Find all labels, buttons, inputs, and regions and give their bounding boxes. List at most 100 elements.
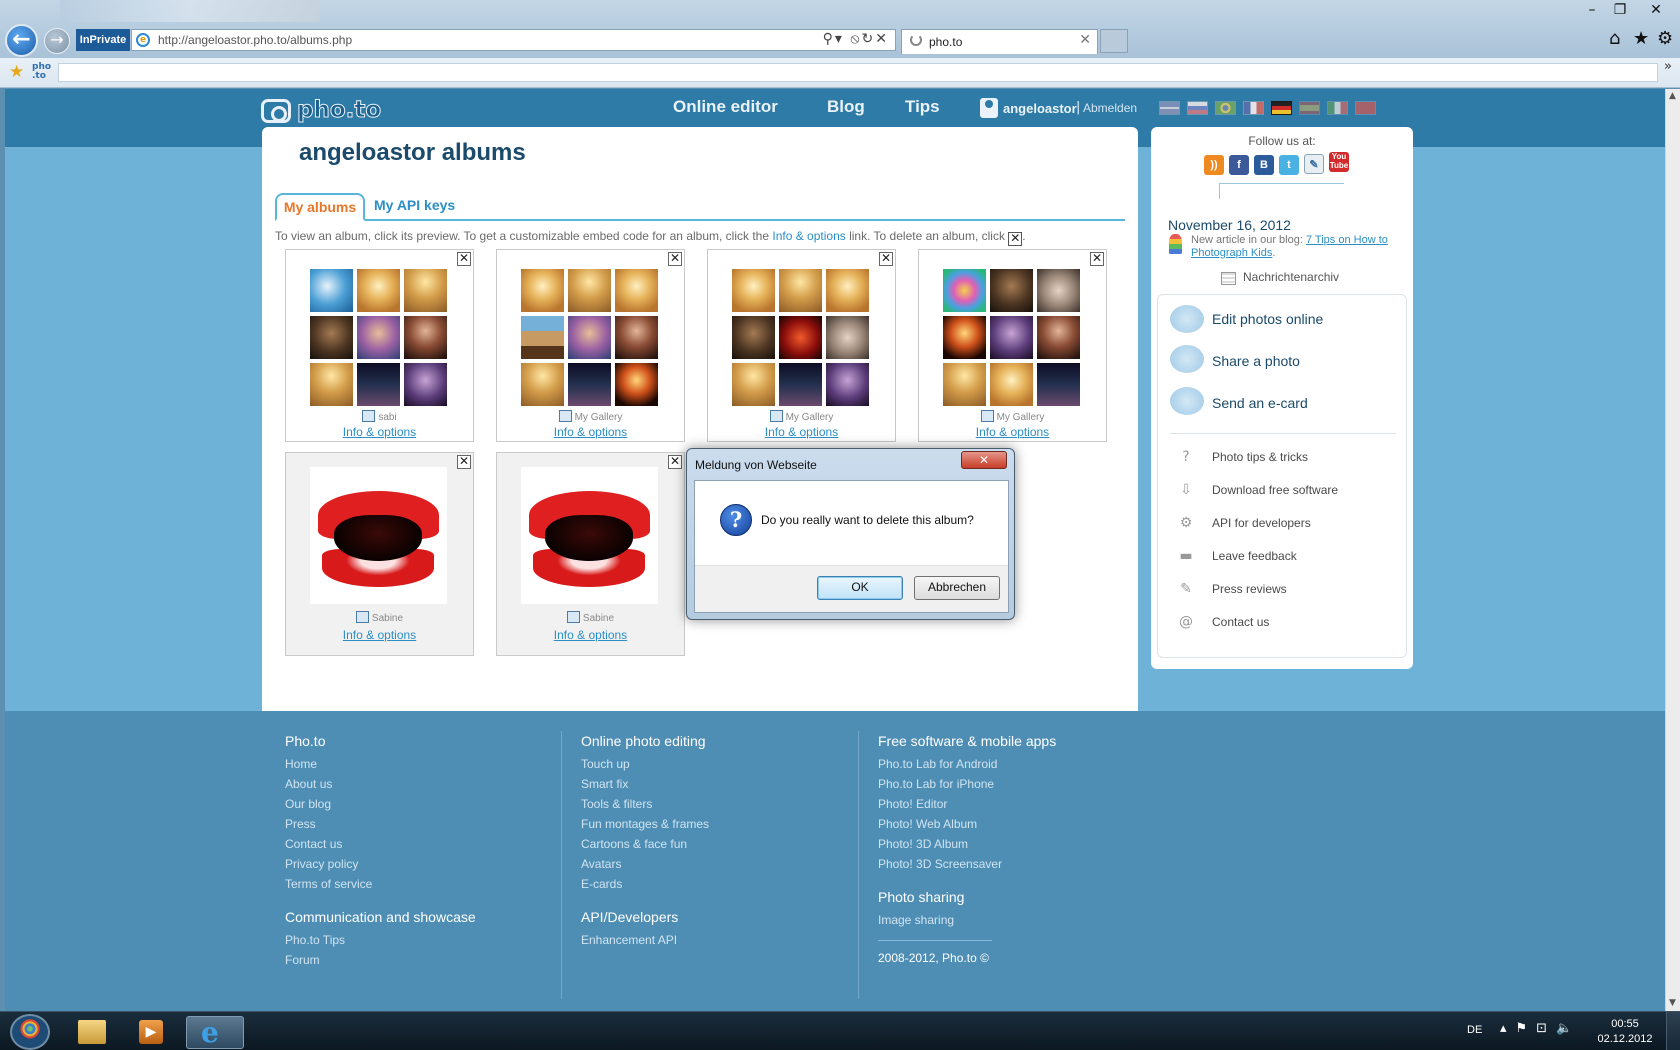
address-url[interactable]: http://angeloastor.pho.to/albums.php <box>158 33 352 47</box>
scroll-up-icon[interactable]: ▲ <box>1669 91 1676 101</box>
twitter-icon[interactable]: t <box>1279 155 1299 175</box>
send-ecard-link[interactable]: Send an e-card <box>1212 395 1308 411</box>
footer-link-tips[interactable]: Pho.to Tips <box>285 930 476 950</box>
language-indicator[interactable]: DE <box>1467 1024 1482 1036</box>
info-options-link[interactable]: Info & options <box>286 628 473 642</box>
info-options-link[interactable]: Info & options <box>286 425 473 439</box>
footer-link-touch-up[interactable]: Touch up <box>581 754 709 774</box>
show-desktop-button[interactable] <box>1666 1012 1680 1050</box>
scroll-down-icon[interactable]: ▼ <box>1669 998 1676 1008</box>
footer-link-home[interactable]: Home <box>285 754 476 774</box>
delete-album-icon[interactable]: ✕ <box>1090 252 1104 266</box>
delete-album-icon[interactable]: ✕ <box>668 252 682 266</box>
flag-pt-br-icon[interactable] <box>1215 101 1236 115</box>
logout-link[interactable]: Abmelden <box>1083 101 1137 115</box>
tab-my-albums[interactable]: My albums <box>275 193 365 221</box>
footer-link-cartoons[interactable]: Cartoons & face fun <box>581 834 709 854</box>
delete-album-icon[interactable]: ✕ <box>668 455 682 469</box>
address-bar[interactable]: e http://angeloastor.pho.to/albums.php ⚲… <box>131 29 896 51</box>
info-options-link[interactable]: Info & options <box>497 425 684 439</box>
download-software-link[interactable]: Download free software <box>1212 483 1338 497</box>
album-card[interactable]: ✕ sabi Info & options <box>285 249 474 442</box>
favorite-pho-to[interactable]: pho .to <box>32 63 51 81</box>
share-photo-link[interactable]: Share a photo <box>1212 353 1300 369</box>
favorites-more-icon[interactable]: » <box>1664 59 1672 74</box>
close-window-button[interactable]: ✕ <box>1634 1 1678 21</box>
page-scrollbar[interactable]: ▲ ▼ <box>1665 89 1680 1011</box>
flag-tr-icon[interactable] <box>1355 101 1376 115</box>
address-bar-icons[interactable]: ⚲▾ ⦸↻✕ <box>823 31 889 47</box>
album-card[interactable]: ✕ My Gallery Info & options <box>707 249 896 442</box>
tools-gear-icon[interactable]: ⚙ <box>1657 28 1673 49</box>
flag-fr-icon[interactable] <box>1243 101 1264 115</box>
add-favorite-icon[interactable]: ★ <box>9 62 24 82</box>
footer-link-photo-editor[interactable]: Photo! Editor <box>878 794 1056 814</box>
start-button[interactable] <box>10 1014 50 1050</box>
delete-album-icon[interactable]: ✕ <box>457 252 471 266</box>
site-logo[interactable]: pho.to <box>261 97 382 125</box>
forward-button[interactable]: → <box>44 28 70 54</box>
footer-link-montages[interactable]: Fun montages & frames <box>581 814 709 834</box>
blogger-icon[interactable]: B <box>1254 155 1274 175</box>
photo-tips-link[interactable]: Photo tips & tricks <box>1212 450 1308 464</box>
footer-link-lab-iphone[interactable]: Pho.to Lab for iPhone <box>878 774 1056 794</box>
delete-album-icon[interactable]: ✕ <box>457 455 471 469</box>
footer-link-3d-screensaver[interactable]: Photo! 3D Screensaver <box>878 854 1056 874</box>
nav-tips[interactable]: Tips <box>905 97 940 117</box>
edit-photos-link[interactable]: Edit photos online <box>1212 311 1323 327</box>
album-card[interactable]: ✕ My Gallery Info & options <box>918 249 1107 442</box>
nav-online-editor[interactable]: Online editor <box>673 97 778 117</box>
info-options-link[interactable]: Info & options <box>708 425 895 439</box>
delete-album-icon[interactable]: ✕ <box>879 252 893 266</box>
album-preview[interactable] <box>310 467 447 604</box>
press-reviews-link[interactable]: Press reviews <box>1212 582 1287 596</box>
contact-us-link[interactable]: Contact us <box>1212 615 1269 629</box>
album-preview[interactable] <box>521 467 658 604</box>
info-options-link[interactable]: Info & options <box>919 425 1106 439</box>
album-preview[interactable] <box>310 269 447 406</box>
news-archive-link[interactable]: Nachrichtenarchiv <box>1243 270 1339 284</box>
footer-link-image-sharing[interactable]: Image sharing <box>878 910 1056 930</box>
taskbar-internet-explorer[interactable]: e <box>186 1016 244 1049</box>
flag-de-icon[interactable] <box>1271 101 1292 115</box>
facebook-icon[interactable]: f <box>1229 155 1249 175</box>
cancel-button[interactable]: Abbrechen <box>914 576 1000 600</box>
tab-my-api-keys[interactable]: My API keys <box>374 197 455 213</box>
footer-link-press[interactable]: Press <box>285 814 476 834</box>
album-preview[interactable] <box>732 269 869 406</box>
footer-link-lab-android[interactable]: Pho.to Lab for Android <box>878 754 1056 774</box>
flag-es-icon[interactable] <box>1299 101 1320 115</box>
flag-it-icon[interactable] <box>1327 101 1348 115</box>
footer-link-terms[interactable]: Terms of service <box>285 874 476 894</box>
footer-link-smart-fix[interactable]: Smart fix <box>581 774 709 794</box>
livejournal-icon[interactable]: ✎ <box>1304 154 1324 174</box>
dialog-close-button[interactable]: ✕ <box>961 451 1007 469</box>
footer-link-3d-album[interactable]: Photo! 3D Album <box>878 834 1056 854</box>
album-card[interactable]: ✕ My Gallery Info & options <box>496 249 685 442</box>
album-card[interactable]: ✕ Sabine Info & options <box>285 452 474 656</box>
album-preview[interactable] <box>521 269 658 406</box>
footer-link-about[interactable]: About us <box>285 774 476 794</box>
taskbar-explorer[interactable] <box>68 1016 116 1049</box>
footer-link-web-album[interactable]: Photo! Web Album <box>878 814 1056 834</box>
footer-link-contact[interactable]: Contact us <box>285 834 476 854</box>
new-tab-button[interactable] <box>1100 29 1128 53</box>
favorites-star-icon[interactable]: ★ <box>1633 28 1649 49</box>
instructions-info-link[interactable]: Info & options <box>772 229 845 243</box>
minimize-button[interactable]: – <box>1578 1 1606 21</box>
flag-ru-icon[interactable] <box>1187 101 1208 115</box>
footer-link-privacy[interactable]: Privacy policy <box>285 854 476 874</box>
tab-close-icon[interactable]: ✕ <box>1079 32 1091 48</box>
leave-feedback-link[interactable]: Leave feedback <box>1212 549 1297 563</box>
back-button[interactable]: ← <box>5 24 38 57</box>
rss-icon[interactable]: )) <box>1204 155 1224 175</box>
home-icon[interactable]: ⌂ <box>1609 28 1620 49</box>
nav-blog[interactable]: Blog <box>827 97 865 117</box>
flag-en-icon[interactable] <box>1159 101 1180 115</box>
clock[interactable]: 00:55 02.12.2012 <box>1590 1017 1660 1047</box>
maximize-button[interactable]: ❐ <box>1606 1 1634 21</box>
tab-pho-to[interactable]: pho.to ✕ <box>901 29 1098 54</box>
footer-link-tools[interactable]: Tools & filters <box>581 794 709 814</box>
album-preview[interactable] <box>943 269 1080 406</box>
user-name[interactable]: angeloastor <box>1003 101 1077 116</box>
